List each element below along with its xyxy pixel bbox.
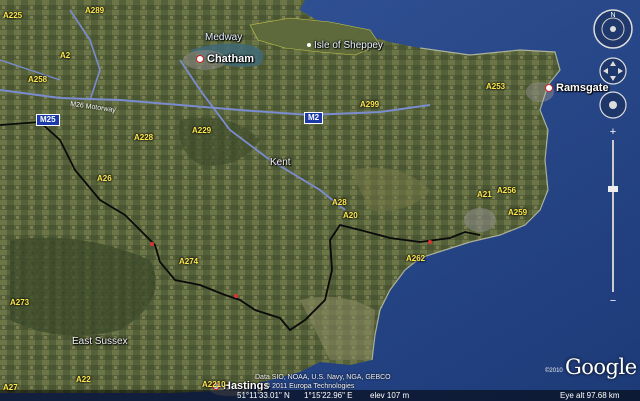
elevation-readout: elev 107 m: [370, 391, 410, 400]
google-logo: Google: [565, 355, 637, 379]
road-label: A274: [179, 257, 199, 266]
road-label: A258: [28, 75, 48, 84]
copyright-year: ©2010: [545, 368, 563, 374]
road-label: A22: [76, 375, 91, 384]
road-label: A253: [486, 82, 506, 91]
road-label: A289: [85, 6, 105, 15]
town-marker-icon: [545, 84, 553, 93]
region-kent: Kent: [270, 157, 291, 168]
road-label: A299: [360, 100, 380, 109]
compass-icon[interactable]: N: [592, 8, 634, 50]
road-label: A2210: [202, 380, 226, 389]
road-label: A259: [508, 208, 528, 217]
place-marker-icon: [307, 43, 311, 48]
move-joystick-icon[interactable]: [598, 90, 628, 120]
imagery-credit: Data SIO, NOAA, U.S. Navy, NGA, GEBCO: [255, 374, 391, 381]
road-label: A21: [477, 190, 492, 199]
longitude-readout: 1°15'22.96" E: [304, 391, 353, 400]
map-view[interactable]: Chatham Ramsgate Hastings Medway Isle of…: [0, 0, 640, 401]
status-bar: 51°11'33.01" N 1°15'22.96" E elev 107 m …: [0, 390, 640, 401]
road-label: A225: [3, 11, 23, 20]
road-label: A26: [97, 174, 112, 183]
road-label: A228: [134, 133, 154, 142]
road-label: A229: [192, 126, 212, 135]
road-label: A262: [406, 254, 426, 263]
water-sheppey[interactable]: Isle of Sheppey: [307, 41, 383, 51]
region-east-sussex: East Sussex: [72, 336, 128, 347]
water-medway: Medway: [205, 32, 243, 43]
motorway-shield-m2[interactable]: M2: [304, 112, 324, 124]
latitude-readout: 51°11'33.01" N: [237, 391, 290, 400]
road-label: A2: [60, 51, 71, 60]
europa-copyright: © 2011 Europa Technologies: [265, 383, 355, 390]
zoom-slider[interactable]: + −: [606, 126, 620, 306]
svg-text:N: N: [610, 12, 615, 19]
road-label: A273: [10, 298, 30, 307]
svg-text:+: +: [610, 126, 616, 138]
look-joystick-icon[interactable]: [598, 56, 628, 86]
motorway-shield-m25[interactable]: M25: [36, 114, 60, 126]
road-label: A20: [343, 211, 358, 220]
svg-text:−: −: [610, 295, 616, 306]
road-label: A28: [332, 198, 347, 207]
road-label: A256: [497, 186, 517, 195]
town-chatham[interactable]: Chatham: [196, 54, 254, 65]
eye-altitude-readout: Eye alt 97.68 km: [560, 391, 620, 400]
town-marker-icon: [196, 55, 204, 64]
